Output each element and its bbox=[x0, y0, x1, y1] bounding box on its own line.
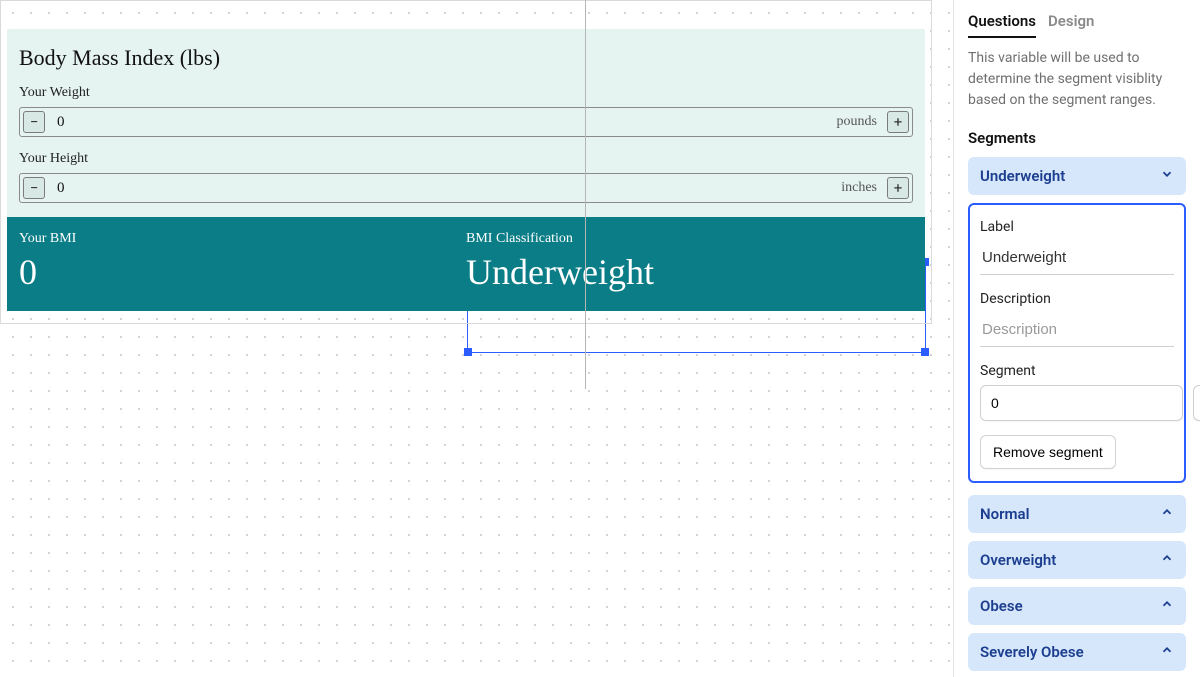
weight-unit: pounds bbox=[837, 114, 881, 130]
segment-header-underweight[interactable]: Underweight bbox=[968, 157, 1186, 195]
segments-title: Segments bbox=[968, 129, 1186, 147]
segment-header-label: Severely Obese bbox=[980, 643, 1084, 661]
panel-description-heading: Description bbox=[980, 291, 1174, 307]
classification-label: BMI Classification bbox=[466, 231, 913, 247]
segment-to-input[interactable] bbox=[1193, 385, 1200, 421]
remove-segment-button[interactable]: Remove segment bbox=[980, 435, 1116, 469]
chevron-up-icon bbox=[1160, 505, 1174, 523]
result-bar: Your BMI 0 BMI Classification Underweigh… bbox=[7, 217, 925, 311]
sidebar-tabs: Questions Design bbox=[968, 12, 1186, 38]
segment-description-input[interactable] bbox=[980, 313, 1174, 347]
weight-group: Your Weight − 0 pounds + bbox=[7, 85, 925, 151]
bmi-result-value: 0 bbox=[19, 251, 466, 293]
height-value[interactable]: 0 bbox=[51, 180, 835, 197]
segment-header-label: Overweight bbox=[980, 551, 1056, 569]
segment-header-label: Normal bbox=[980, 505, 1029, 523]
segment-header-label: Underweight bbox=[980, 167, 1065, 185]
help-text: This variable will be used to determine … bbox=[968, 48, 1186, 111]
classification-col: BMI Classification Underweight bbox=[466, 231, 913, 293]
segment-header-label: Obese bbox=[980, 597, 1023, 615]
chevron-up-icon bbox=[1160, 597, 1174, 615]
form-card: Body Mass Index (lbs) Your Weight − 0 po… bbox=[7, 29, 925, 217]
panel-segment-heading: Segment bbox=[980, 363, 1174, 379]
weight-decrement-button[interactable]: − bbox=[23, 111, 45, 133]
tab-design[interactable]: Design bbox=[1048, 12, 1094, 38]
classification-value[interactable]: Underweight bbox=[466, 251, 913, 293]
design-canvas[interactable]: Body Mass Index (lbs) Your Weight − 0 po… bbox=[0, 0, 953, 677]
bmi-result-col: Your BMI 0 bbox=[19, 231, 466, 293]
panel-label-heading: Label bbox=[980, 219, 1174, 235]
segment-header-severely-obese[interactable]: Severely Obese bbox=[968, 633, 1186, 671]
card-title: Body Mass Index (lbs) bbox=[7, 29, 925, 85]
weight-increment-button[interactable]: + bbox=[887, 111, 909, 133]
segment-panel: Label Description Segment Remove segment bbox=[968, 203, 1186, 483]
bmi-result-label: Your BMI bbox=[19, 231, 466, 247]
weight-input-row: − 0 pounds + bbox=[19, 107, 913, 137]
segment-from-input[interactable] bbox=[980, 385, 1183, 421]
weight-value[interactable]: 0 bbox=[51, 114, 831, 131]
segment-header-normal[interactable]: Normal bbox=[968, 495, 1186, 533]
form-container: Body Mass Index (lbs) Your Weight − 0 po… bbox=[0, 0, 932, 324]
weight-label: Your Weight bbox=[19, 85, 913, 101]
height-input-row: − 0 inches + bbox=[19, 173, 913, 203]
properties-sidebar: Questions Design This variable will be u… bbox=[953, 0, 1200, 677]
height-increment-button[interactable]: + bbox=[887, 177, 909, 199]
chevron-up-icon bbox=[1160, 551, 1174, 569]
vertical-guide bbox=[585, 0, 586, 389]
resize-handle-sw[interactable] bbox=[464, 348, 472, 356]
height-group: Your Height − 0 inches + bbox=[7, 151, 925, 217]
segment-label-input[interactable] bbox=[980, 241, 1174, 275]
resize-handle-se[interactable] bbox=[921, 348, 929, 356]
tab-questions[interactable]: Questions bbox=[968, 12, 1036, 38]
segment-header-obese[interactable]: Obese bbox=[968, 587, 1186, 625]
height-unit: inches bbox=[841, 180, 881, 196]
height-decrement-button[interactable]: − bbox=[23, 177, 45, 199]
chevron-up-icon bbox=[1160, 643, 1174, 661]
segment-range-row bbox=[980, 385, 1174, 421]
height-label: Your Height bbox=[19, 151, 913, 167]
chevron-down-icon bbox=[1160, 167, 1174, 185]
segment-header-overweight[interactable]: Overweight bbox=[968, 541, 1186, 579]
